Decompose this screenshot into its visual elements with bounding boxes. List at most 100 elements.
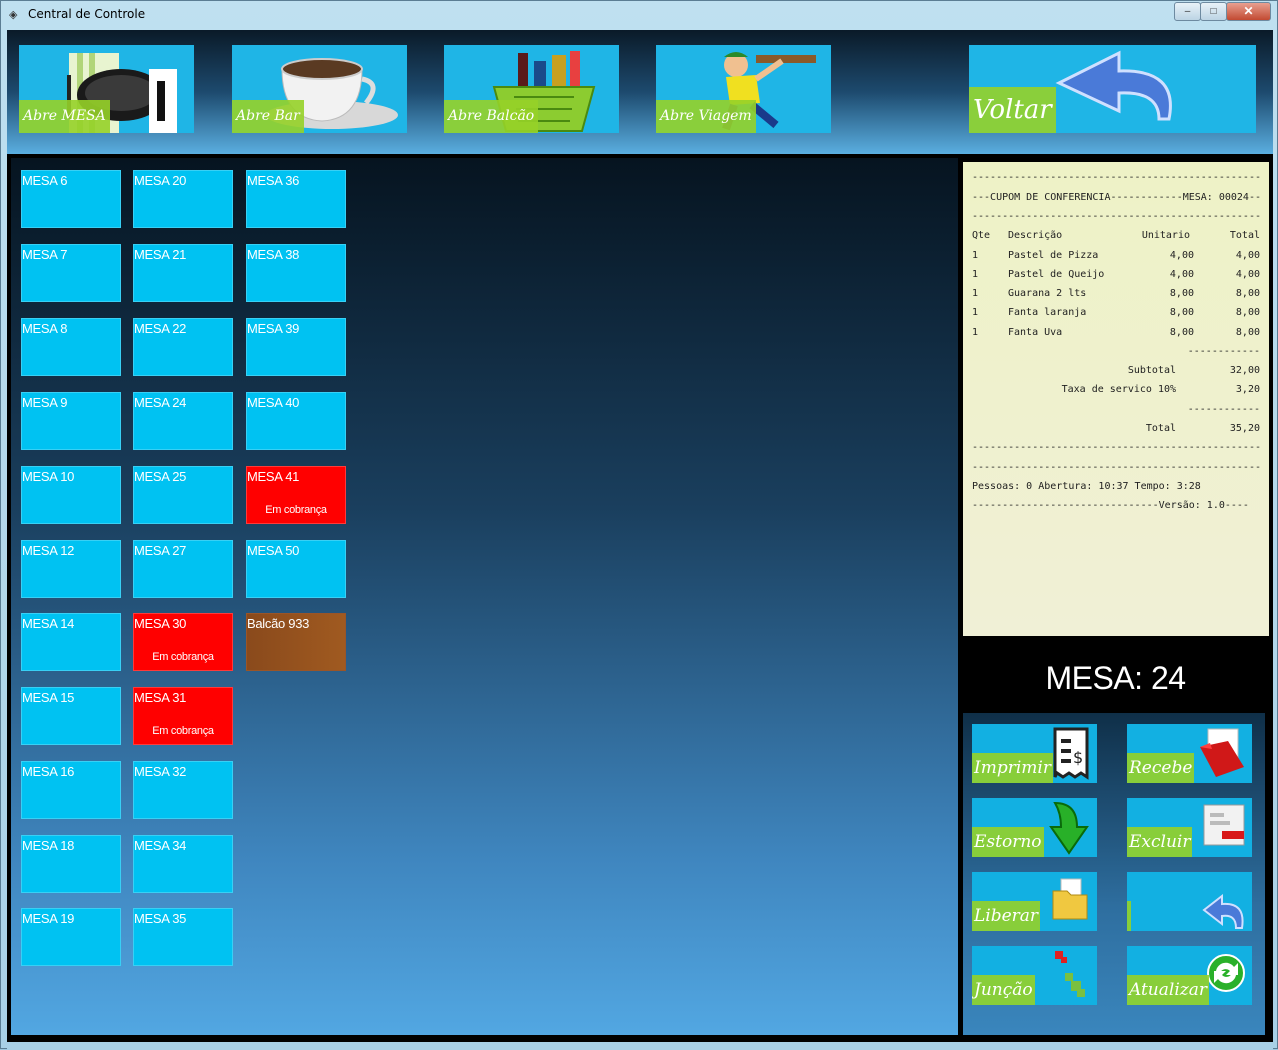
excluir-label: Excluir <box>1127 827 1193 857</box>
window-title: Central de Controle <box>28 7 146 21</box>
estorno-button[interactable]: Estorno <box>972 798 1097 857</box>
table-tile[interactable]: MESA 20 <box>133 170 233 228</box>
table-name: MESA 20 <box>134 173 187 188</box>
table-name: MESA 34 <box>134 838 187 853</box>
table-tile[interactable]: MESA 18 <box>21 835 121 893</box>
receipt-column-headers: Qte Descrição Unitario Total <box>972 230 1260 244</box>
table-status: Em cobrança <box>152 651 214 663</box>
table-name: MESA 16 <box>22 764 75 779</box>
table-name: MESA 27 <box>134 543 187 558</box>
table-tile[interactable]: MESA 36 <box>246 170 346 228</box>
table-tile[interactable]: MESA 16 <box>21 761 121 819</box>
table-tile-billing[interactable]: MESA 31 Em cobrança <box>133 687 233 745</box>
table-tile[interactable]: MESA 15 <box>21 687 121 745</box>
abre-mesa-button[interactable]: Abre MESA <box>19 45 194 133</box>
receipt-item-row: 1 Fanta laranja 8,00 8,00 <box>972 307 1260 321</box>
liberar-button[interactable]: Liberar <box>972 872 1097 931</box>
abre-viagem-button[interactable]: Abre Viagem <box>656 45 831 133</box>
item-total: 4,00 <box>1235 269 1260 280</box>
table-tile[interactable]: MESA 32 <box>133 761 233 819</box>
table-name: MESA 21 <box>134 247 187 262</box>
maximize-button[interactable]: □ <box>1200 2 1227 21</box>
top-toolbar: Abre MESA Abre Bar Abre Balcão Abre Viag… <box>7 30 1273 154</box>
table-tile[interactable]: MESA 27 <box>133 540 233 598</box>
table-tile[interactable]: MESA 34 <box>133 835 233 893</box>
col-total: Total <box>1229 230 1260 241</box>
actions-panel: $ Imprimir Recebe Estorno Excluir Libera… <box>963 713 1265 1035</box>
table-tile[interactable]: MESA 24 <box>133 392 233 450</box>
receipt-item-row: 1 Pastel de Pizza 4,00 4,00 <box>972 250 1260 264</box>
table-tile[interactable]: MESA 38 <box>246 244 346 302</box>
minimize-button[interactable]: ‒ <box>1174 2 1201 21</box>
abre-balcao-button[interactable]: Abre Balcão <box>444 45 619 133</box>
table-tile[interactable]: MESA 8 <box>21 318 121 376</box>
table-tile[interactable]: MESA 6 <box>21 170 121 228</box>
table-tile[interactable]: MESA 22 <box>133 318 233 376</box>
table-tile[interactable]: MESA 40 <box>246 392 346 450</box>
recebe-button[interactable]: Recebe <box>1127 724 1252 783</box>
receipt-item-row: 1 Guarana 2 lts 8,00 8,00 <box>972 288 1260 302</box>
juncao-button[interactable]: Junção <box>972 946 1097 1005</box>
svg-text:$: $ <box>1073 748 1083 767</box>
imprimir-button[interactable]: $ Imprimir <box>972 724 1097 783</box>
item-unitario: 8,00 <box>1169 307 1194 318</box>
excluir-button[interactable]: Excluir <box>1127 798 1252 857</box>
delete-form-icon <box>1203 804 1245 846</box>
table-name: MESA 19 <box>22 911 75 926</box>
item-qte: 1 <box>972 327 979 338</box>
table-tile[interactable]: MESA 21 <box>133 244 233 302</box>
table-tile[interactable]: MESA 12 <box>21 540 121 598</box>
close-button[interactable]: ✕ <box>1226 2 1271 21</box>
table-name: MESA 12 <box>22 543 75 558</box>
table-name: MESA 39 <box>247 321 300 336</box>
receipt-dash-line: ----------------------------------------… <box>972 442 1260 453</box>
table-tile[interactable]: MESA 39 <box>246 318 346 376</box>
table-tile-billing[interactable]: MESA 30 Em cobrança <box>133 613 233 671</box>
item-total: 4,00 <box>1235 250 1260 261</box>
table-tile[interactable]: MESA 35 <box>133 908 233 966</box>
red-folder-icon <box>1200 728 1244 777</box>
merge-icon <box>1055 951 1085 997</box>
table-tile[interactable]: MESA 25 <box>133 466 233 524</box>
table-tile[interactable]: MESA 9 <box>21 392 121 450</box>
table-name: Balcão 933 <box>247 616 310 631</box>
table-name: MESA 36 <box>247 173 300 188</box>
table-name: MESA 18 <box>22 838 75 853</box>
item-descricao: Fanta Uva <box>1008 327 1063 338</box>
abre-bar-button[interactable]: Abre Bar <box>232 45 407 133</box>
table-name: MESA 30 <box>134 616 187 631</box>
voltar-small-button[interactable] <box>1127 872 1252 931</box>
item-descricao: Fanta laranja <box>1008 307 1087 318</box>
counter-tile[interactable]: Balcão 933 <box>246 613 346 671</box>
receipt-dash-line: ----------------------------------------… <box>972 462 1260 473</box>
receipt-item-row: 1 Fanta Uva 8,00 8,00 <box>972 327 1260 341</box>
item-total: 8,00 <box>1235 307 1260 318</box>
client-area: Abre MESA Abre Bar Abre Balcão Abre Viag… <box>7 30 1273 1042</box>
short-dash: ------------ <box>1187 404 1260 415</box>
table-tile[interactable]: MESA 50 <box>246 540 346 598</box>
receipt-panel: ----------------------------------------… <box>963 162 1269 636</box>
voltar-label: Voltar <box>969 87 1056 133</box>
green-down-arrow-icon <box>1049 801 1089 855</box>
receipt-icon: $ <box>1053 727 1089 780</box>
total-row: Total 35,20 <box>972 423 1260 437</box>
table-name: MESA 38 <box>247 247 300 262</box>
abre-balcao-label: Abre Balcão <box>444 100 539 133</box>
recebe-label: Recebe <box>1127 753 1195 783</box>
item-qte: 1 <box>972 250 979 261</box>
table-tile[interactable]: MESA 19 <box>21 908 121 966</box>
table-tile[interactable]: MESA 14 <box>21 613 121 671</box>
table-status: Em cobrança <box>265 504 327 516</box>
item-descricao: Pastel de Pizza <box>1008 250 1099 261</box>
table-tile[interactable]: MESA 10 <box>21 466 121 524</box>
table-name: MESA 6 <box>22 173 68 188</box>
voltar-button[interactable]: Voltar <box>969 45 1256 133</box>
back-arrow-icon <box>1055 50 1172 121</box>
table-tile-billing[interactable]: MESA 41 Em cobrança <box>246 466 346 524</box>
atualizar-button[interactable]: Atualizar <box>1127 946 1252 1005</box>
table-name: MESA 9 <box>22 395 68 410</box>
table-name: MESA 14 <box>22 616 75 631</box>
table-tile[interactable]: MESA 7 <box>21 244 121 302</box>
tables-area: MESA 6 MESA 7 MESA 8 MESA 9 MESA 10 MESA… <box>11 158 958 1035</box>
voltar-small-label <box>1127 901 1131 931</box>
